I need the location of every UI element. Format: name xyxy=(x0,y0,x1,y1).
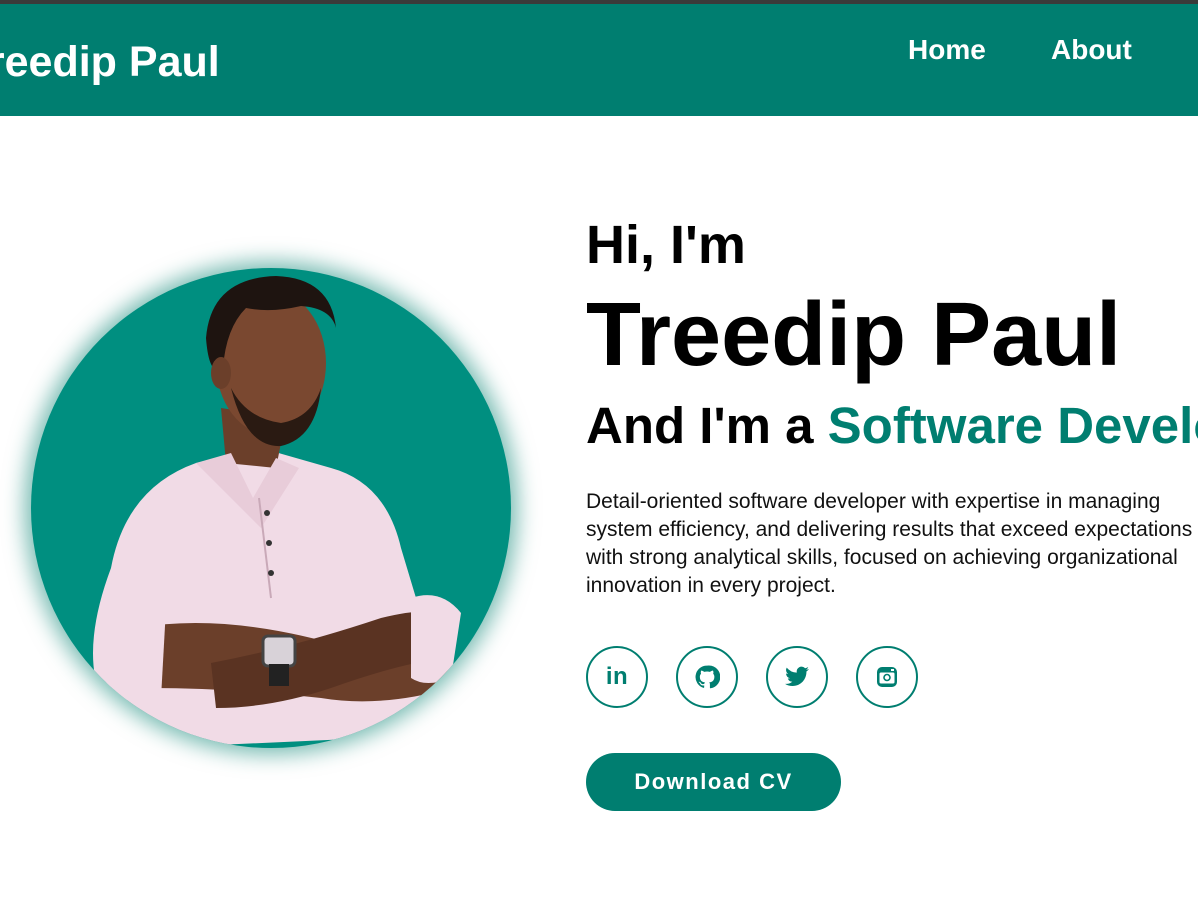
twitter-icon xyxy=(785,666,809,686)
hero-role: And I'm a Software Developer xyxy=(586,396,1198,455)
profile-photo xyxy=(31,268,511,748)
instagram-icon xyxy=(877,667,897,687)
instagram-link[interactable] xyxy=(856,646,918,708)
hero-description: Detail-oriented software developer with … xyxy=(586,488,1198,600)
hero-description-line: with strong analytical skills, focused o… xyxy=(586,546,1178,569)
hero-description-line: innovation in every project. xyxy=(586,574,836,597)
hero-role-prefix: And I'm a xyxy=(586,397,828,454)
hero-role-highlight: Software Developer xyxy=(827,397,1198,454)
linkedin-icon: in xyxy=(605,663,629,690)
linkedin-link[interactable]: in xyxy=(586,646,648,708)
twitter-link[interactable] xyxy=(766,646,828,708)
hero-description-line: Detail-oriented software developer with … xyxy=(586,490,1161,513)
hero-description-line: system efficiency, and delivering result… xyxy=(586,518,1193,541)
hero-name: Treedip Paul xyxy=(586,285,1122,385)
download-cv-button[interactable]: Download CV xyxy=(586,753,841,811)
hero-section: Hi, I'm Treedip Paul And I'm a Software … xyxy=(586,0,1198,898)
brand-logo[interactable]: Treedip Paul xyxy=(0,38,220,87)
hero-greeting: Hi, I'm xyxy=(586,215,746,275)
github-link[interactable] xyxy=(676,646,738,708)
profile-photo-illustration xyxy=(93,276,461,748)
github-icon xyxy=(695,665,720,689)
